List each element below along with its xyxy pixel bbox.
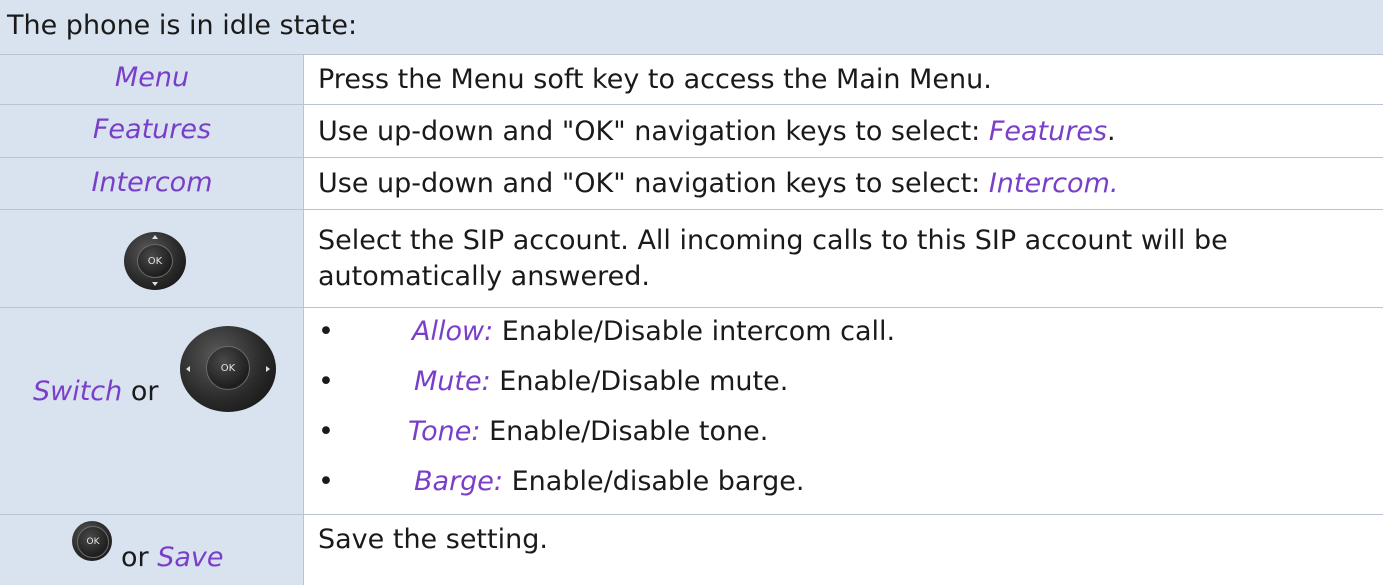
- step-description-cell: • Allow: Enable/Disable intercom call. •…: [304, 308, 1383, 514]
- intercom-keyword: Intercom.: [988, 168, 1119, 199]
- menu-label: Menu: [114, 62, 190, 93]
- tone-description: Enable/Disable tone.: [489, 416, 769, 447]
- step-label-cell: Features: [0, 105, 304, 157]
- mute-description: Enable/Disable mute.: [499, 366, 789, 397]
- allow-description: Enable/Disable intercom call.: [501, 316, 896, 347]
- bullet: •: [318, 316, 334, 347]
- step-description-cell: Use up-down and "OK" navigation keys to …: [304, 158, 1383, 209]
- allow-keyword: Allow:: [412, 316, 494, 347]
- table-row: Switch or OK • Allow: Enable/Disable int…: [0, 308, 1383, 515]
- down-arrow-icon: [152, 282, 158, 286]
- mute-keyword: Mute:: [414, 366, 491, 397]
- features-keyword: Features: [988, 116, 1108, 147]
- table-row: Menu Press the Menu soft key to access t…: [0, 55, 1383, 105]
- ok-button-icon: OK: [137, 244, 173, 278]
- left-arrow-icon: [186, 366, 190, 372]
- right-arrow-icon: [266, 366, 270, 372]
- or-text: or: [130, 376, 159, 407]
- description-text: Use up-down and "OK" navigation keys to …: [318, 116, 989, 147]
- list-item-text: Mute: Enable/Disable mute.: [414, 366, 788, 397]
- ok-key-icon: OK: [72, 521, 112, 561]
- bullet: •: [318, 466, 334, 497]
- bullet: •: [318, 416, 334, 447]
- list-item-text: Allow: Enable/Disable intercom call.: [412, 316, 895, 347]
- ok-button-icon: OK: [206, 346, 250, 390]
- list-item-text: Tone: Enable/Disable tone.: [408, 416, 768, 447]
- table-row: OK Select the SIP account. All incoming …: [0, 210, 1383, 308]
- step-description-cell: Press the Menu soft key to access the Ma…: [304, 55, 1383, 104]
- tone-keyword: Tone:: [408, 416, 481, 447]
- table-row: Intercom Use up-down and "OK" navigation…: [0, 158, 1383, 210]
- table-row: Features Use up-down and "OK" navigation…: [0, 105, 1383, 158]
- step-description-line-1: Select the SIP account. All incoming cal…: [318, 225, 1228, 256]
- step-description-cell: Use up-down and "OK" navigation keys to …: [304, 105, 1383, 157]
- ok-button-icon: OK: [77, 526, 109, 558]
- switch-keyword: Switch: [33, 376, 123, 407]
- save-label: or Save: [121, 542, 224, 573]
- ok-navigation-key-icon: OK: [124, 232, 186, 290]
- step-label-cell: Intercom: [0, 158, 304, 209]
- step-label-cell: Switch or OK: [0, 308, 304, 514]
- description-suffix: .: [1107, 116, 1116, 147]
- step-description-line-2: automatically answered.: [318, 261, 650, 292]
- intercom-label: Intercom: [91, 167, 213, 198]
- barge-description: Enable/disable barge.: [511, 466, 805, 497]
- step-label-cell: OK or Save: [0, 515, 304, 585]
- step-description-cell: Select the SIP account. All incoming cal…: [304, 210, 1383, 307]
- instruction-table: The phone is in idle state: Menu Press t…: [0, 0, 1383, 585]
- step-description-cell: Save the setting.: [304, 515, 1383, 585]
- features-label: Features: [92, 114, 212, 145]
- step-label-cell: OK: [0, 210, 304, 307]
- bullet: •: [318, 366, 334, 397]
- or-text: or: [121, 542, 149, 573]
- save-keyword: Save: [157, 542, 224, 573]
- up-arrow-icon: [152, 235, 158, 239]
- barge-keyword: Barge:: [414, 466, 504, 497]
- switch-label: Switch or: [33, 376, 159, 407]
- ok-navigation-key-icon: OK: [180, 326, 276, 412]
- table-header: The phone is in idle state:: [0, 0, 1383, 55]
- list-item-text: Barge: Enable/disable barge.: [414, 466, 804, 497]
- header-title: The phone is in idle state:: [7, 10, 358, 41]
- step-description: Use up-down and "OK" navigation keys to …: [318, 113, 1116, 150]
- step-description: Press the Menu soft key to access the Ma…: [318, 64, 992, 95]
- description-text: Use up-down and "OK" navigation keys to …: [318, 168, 989, 199]
- step-description: Save the setting.: [318, 524, 548, 555]
- step-description: Use up-down and "OK" navigation keys to …: [318, 165, 1118, 202]
- table-row: OK or Save Save the setting.: [0, 515, 1383, 585]
- step-label-cell: Menu: [0, 55, 304, 104]
